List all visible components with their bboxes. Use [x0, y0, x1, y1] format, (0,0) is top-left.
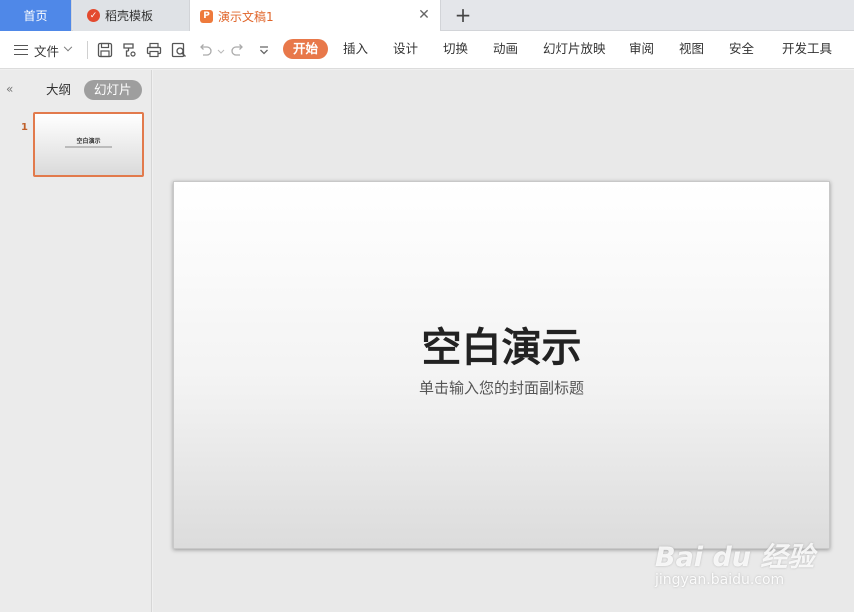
close-icon[interactable]: ✕	[417, 8, 431, 22]
ribbon-tab-review[interactable]: 审阅	[629, 39, 654, 59]
slide-thumbnail[interactable]: 空白演示	[33, 112, 144, 177]
presentation-file-icon: P	[200, 9, 213, 23]
daoke-logo-icon: ✓	[87, 9, 100, 22]
watermark-url: jingyan.baidu.com	[655, 572, 785, 588]
print-preview-icon[interactable]	[170, 41, 188, 59]
tab-daoke-templates[interactable]: ✓ 稻壳模板	[73, 0, 190, 31]
tab-presentation-doc[interactable]: P 演示文稿1 ✕	[190, 0, 441, 32]
slide-canvas[interactable]: 空白演示 单击输入您的封面副标题	[173, 181, 830, 549]
ribbon-toolbar: 文件 开始 插入 设计 切换 动画 幻灯片放映 审阅 视图 安全 开发工具	[0, 31, 854, 69]
slide-number: 1	[21, 122, 28, 133]
chevron-down-icon	[63, 42, 73, 52]
watermark-logo: Bai du 经验	[655, 542, 815, 573]
thumbnail-subtitle-line	[65, 146, 112, 148]
file-menu-label: 文件	[34, 43, 60, 59]
editing-area: 空白演示 单击输入您的封面副标题	[153, 70, 854, 612]
ribbon-tab-security[interactable]: 安全	[729, 39, 754, 59]
slide-title[interactable]: 空白演示	[174, 315, 829, 373]
ribbon-tab-view[interactable]: 视图	[679, 39, 704, 59]
redo-icon[interactable]	[229, 41, 247, 59]
ribbon-tab-slideshow[interactable]: 幻灯片放映	[543, 39, 606, 59]
tab-doc-label: 演示文稿1	[218, 9, 274, 24]
tab-home-label: 首页	[23, 9, 48, 23]
file-menu-button[interactable]: 文件	[14, 41, 73, 59]
tab-slides[interactable]: 幻灯片	[84, 80, 142, 100]
tab-outline[interactable]: 大纲	[46, 80, 71, 100]
collapse-panel-icon[interactable]: «	[6, 82, 13, 96]
toolbar-divider	[87, 41, 88, 59]
thumbnail-title: 空白演示	[76, 138, 101, 145]
ribbon-tab-animation[interactable]: 动画	[493, 39, 518, 59]
customize-toolbar-icon[interactable]	[255, 41, 273, 59]
tab-home[interactable]: 首页	[0, 0, 72, 31]
ribbon-tab-start[interactable]: 开始	[283, 39, 329, 59]
undo-dropdown-icon[interactable]	[212, 41, 225, 59]
print-icon[interactable]	[145, 41, 163, 59]
save-icon[interactable]	[96, 41, 114, 59]
slides-panel: « 大纲 幻灯片 1 空白演示	[0, 70, 152, 612]
plus-icon[interactable]: +	[452, 5, 474, 27]
format-painter-icon[interactable]	[120, 41, 138, 59]
ribbon-tab-transition[interactable]: 切换	[443, 39, 468, 59]
ribbon-tab-design[interactable]: 设计	[393, 39, 418, 59]
ribbon-tab-developer[interactable]: 开发工具	[782, 39, 832, 59]
slide-subtitle-placeholder[interactable]: 单击输入您的封面副标题	[174, 377, 829, 398]
tab-bar: 首页 ✓ 稻壳模板 P 演示文稿1 ✕ +	[0, 0, 854, 32]
hamburger-icon	[14, 45, 28, 55]
tab-daoke-label: 稻壳模板	[105, 9, 154, 23]
ribbon-tab-insert[interactable]: 插入	[343, 39, 368, 59]
